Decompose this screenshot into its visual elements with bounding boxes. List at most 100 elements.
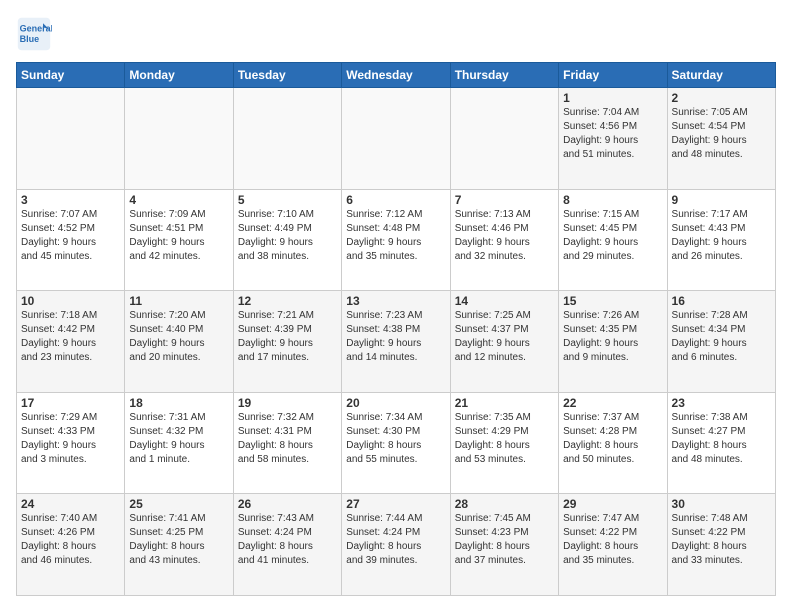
page: General Blue SundayMondayTuesdayWednesda… (0, 0, 792, 612)
calendar-body: 1Sunrise: 7:04 AM Sunset: 4:56 PM Daylig… (17, 88, 776, 596)
day-number: 2 (672, 91, 771, 105)
calendar-cell: 9Sunrise: 7:17 AM Sunset: 4:43 PM Daylig… (667, 189, 775, 291)
day-number: 21 (455, 396, 554, 410)
day-info: Sunrise: 7:25 AM Sunset: 4:37 PM Dayligh… (455, 309, 554, 365)
day-info: Sunrise: 7:13 AM Sunset: 4:46 PM Dayligh… (455, 208, 554, 264)
calendar-cell (17, 88, 125, 190)
calendar-cell: 29Sunrise: 7:47 AM Sunset: 4:22 PM Dayli… (559, 494, 667, 596)
calendar-cell: 17Sunrise: 7:29 AM Sunset: 4:33 PM Dayli… (17, 392, 125, 494)
day-info: Sunrise: 7:48 AM Sunset: 4:22 PM Dayligh… (672, 512, 771, 568)
calendar-cell: 25Sunrise: 7:41 AM Sunset: 4:25 PM Dayli… (125, 494, 233, 596)
weekday-header-saturday: Saturday (667, 63, 775, 88)
day-info: Sunrise: 7:10 AM Sunset: 4:49 PM Dayligh… (238, 208, 337, 264)
calendar-header: SundayMondayTuesdayWednesdayThursdayFrid… (17, 63, 776, 88)
day-number: 8 (563, 193, 662, 207)
calendar-week-0: 1Sunrise: 7:04 AM Sunset: 4:56 PM Daylig… (17, 88, 776, 190)
day-info: Sunrise: 7:45 AM Sunset: 4:23 PM Dayligh… (455, 512, 554, 568)
day-number: 23 (672, 396, 771, 410)
calendar-cell: 18Sunrise: 7:31 AM Sunset: 4:32 PM Dayli… (125, 392, 233, 494)
calendar-week-3: 17Sunrise: 7:29 AM Sunset: 4:33 PM Dayli… (17, 392, 776, 494)
day-info: Sunrise: 7:31 AM Sunset: 4:32 PM Dayligh… (129, 411, 228, 467)
day-info: Sunrise: 7:41 AM Sunset: 4:25 PM Dayligh… (129, 512, 228, 568)
calendar-cell: 20Sunrise: 7:34 AM Sunset: 4:30 PM Dayli… (342, 392, 450, 494)
day-info: Sunrise: 7:20 AM Sunset: 4:40 PM Dayligh… (129, 309, 228, 365)
day-info: Sunrise: 7:23 AM Sunset: 4:38 PM Dayligh… (346, 309, 445, 365)
day-number: 25 (129, 497, 228, 511)
day-info: Sunrise: 7:12 AM Sunset: 4:48 PM Dayligh… (346, 208, 445, 264)
day-info: Sunrise: 7:44 AM Sunset: 4:24 PM Dayligh… (346, 512, 445, 568)
calendar-cell: 12Sunrise: 7:21 AM Sunset: 4:39 PM Dayli… (233, 291, 341, 393)
day-number: 1 (563, 91, 662, 105)
calendar-cell: 11Sunrise: 7:20 AM Sunset: 4:40 PM Dayli… (125, 291, 233, 393)
calendar-week-4: 24Sunrise: 7:40 AM Sunset: 4:26 PM Dayli… (17, 494, 776, 596)
calendar-cell: 1Sunrise: 7:04 AM Sunset: 4:56 PM Daylig… (559, 88, 667, 190)
calendar-cell: 28Sunrise: 7:45 AM Sunset: 4:23 PM Dayli… (450, 494, 558, 596)
day-info: Sunrise: 7:28 AM Sunset: 4:34 PM Dayligh… (672, 309, 771, 365)
weekday-header-thursday: Thursday (450, 63, 558, 88)
calendar-cell: 16Sunrise: 7:28 AM Sunset: 4:34 PM Dayli… (667, 291, 775, 393)
day-info: Sunrise: 7:35 AM Sunset: 4:29 PM Dayligh… (455, 411, 554, 467)
day-number: 30 (672, 497, 771, 511)
day-info: Sunrise: 7:09 AM Sunset: 4:51 PM Dayligh… (129, 208, 228, 264)
day-number: 4 (129, 193, 228, 207)
day-number: 24 (21, 497, 120, 511)
day-number: 12 (238, 294, 337, 308)
logo-icon: General Blue (16, 16, 52, 52)
day-info: Sunrise: 7:04 AM Sunset: 4:56 PM Dayligh… (563, 106, 662, 162)
day-number: 9 (672, 193, 771, 207)
day-info: Sunrise: 7:18 AM Sunset: 4:42 PM Dayligh… (21, 309, 120, 365)
calendar-cell (233, 88, 341, 190)
day-number: 26 (238, 497, 337, 511)
calendar-cell: 10Sunrise: 7:18 AM Sunset: 4:42 PM Dayli… (17, 291, 125, 393)
day-info: Sunrise: 7:38 AM Sunset: 4:27 PM Dayligh… (672, 411, 771, 467)
day-number: 27 (346, 497, 445, 511)
calendar-cell: 6Sunrise: 7:12 AM Sunset: 4:48 PM Daylig… (342, 189, 450, 291)
calendar-cell: 3Sunrise: 7:07 AM Sunset: 4:52 PM Daylig… (17, 189, 125, 291)
calendar-cell: 27Sunrise: 7:44 AM Sunset: 4:24 PM Dayli… (342, 494, 450, 596)
day-number: 13 (346, 294, 445, 308)
calendar-cell: 30Sunrise: 7:48 AM Sunset: 4:22 PM Dayli… (667, 494, 775, 596)
day-number: 6 (346, 193, 445, 207)
calendar-cell: 4Sunrise: 7:09 AM Sunset: 4:51 PM Daylig… (125, 189, 233, 291)
calendar-cell: 5Sunrise: 7:10 AM Sunset: 4:49 PM Daylig… (233, 189, 341, 291)
calendar-cell: 23Sunrise: 7:38 AM Sunset: 4:27 PM Dayli… (667, 392, 775, 494)
calendar-week-2: 10Sunrise: 7:18 AM Sunset: 4:42 PM Dayli… (17, 291, 776, 393)
calendar-cell: 13Sunrise: 7:23 AM Sunset: 4:38 PM Dayli… (342, 291, 450, 393)
day-info: Sunrise: 7:40 AM Sunset: 4:26 PM Dayligh… (21, 512, 120, 568)
weekday-header-wednesday: Wednesday (342, 63, 450, 88)
day-number: 22 (563, 396, 662, 410)
day-info: Sunrise: 7:17 AM Sunset: 4:43 PM Dayligh… (672, 208, 771, 264)
calendar-cell: 7Sunrise: 7:13 AM Sunset: 4:46 PM Daylig… (450, 189, 558, 291)
day-info: Sunrise: 7:37 AM Sunset: 4:28 PM Dayligh… (563, 411, 662, 467)
calendar-cell: 19Sunrise: 7:32 AM Sunset: 4:31 PM Dayli… (233, 392, 341, 494)
day-number: 18 (129, 396, 228, 410)
calendar-cell: 24Sunrise: 7:40 AM Sunset: 4:26 PM Dayli… (17, 494, 125, 596)
logo: General Blue (16, 16, 56, 52)
weekday-header-sunday: Sunday (17, 63, 125, 88)
calendar-cell: 15Sunrise: 7:26 AM Sunset: 4:35 PM Dayli… (559, 291, 667, 393)
day-number: 5 (238, 193, 337, 207)
day-number: 11 (129, 294, 228, 308)
day-number: 28 (455, 497, 554, 511)
day-info: Sunrise: 7:47 AM Sunset: 4:22 PM Dayligh… (563, 512, 662, 568)
calendar-cell: 21Sunrise: 7:35 AM Sunset: 4:29 PM Dayli… (450, 392, 558, 494)
weekday-header-tuesday: Tuesday (233, 63, 341, 88)
day-info: Sunrise: 7:15 AM Sunset: 4:45 PM Dayligh… (563, 208, 662, 264)
calendar-cell (125, 88, 233, 190)
weekday-header-row: SundayMondayTuesdayWednesdayThursdayFrid… (17, 63, 776, 88)
header: General Blue (16, 16, 776, 52)
day-number: 3 (21, 193, 120, 207)
day-number: 20 (346, 396, 445, 410)
day-info: Sunrise: 7:43 AM Sunset: 4:24 PM Dayligh… (238, 512, 337, 568)
day-number: 7 (455, 193, 554, 207)
day-info: Sunrise: 7:21 AM Sunset: 4:39 PM Dayligh… (238, 309, 337, 365)
calendar-cell: 8Sunrise: 7:15 AM Sunset: 4:45 PM Daylig… (559, 189, 667, 291)
day-info: Sunrise: 7:34 AM Sunset: 4:30 PM Dayligh… (346, 411, 445, 467)
day-number: 14 (455, 294, 554, 308)
svg-text:Blue: Blue (20, 34, 40, 44)
day-number: 10 (21, 294, 120, 308)
weekday-header-friday: Friday (559, 63, 667, 88)
weekday-header-monday: Monday (125, 63, 233, 88)
day-number: 29 (563, 497, 662, 511)
day-number: 16 (672, 294, 771, 308)
